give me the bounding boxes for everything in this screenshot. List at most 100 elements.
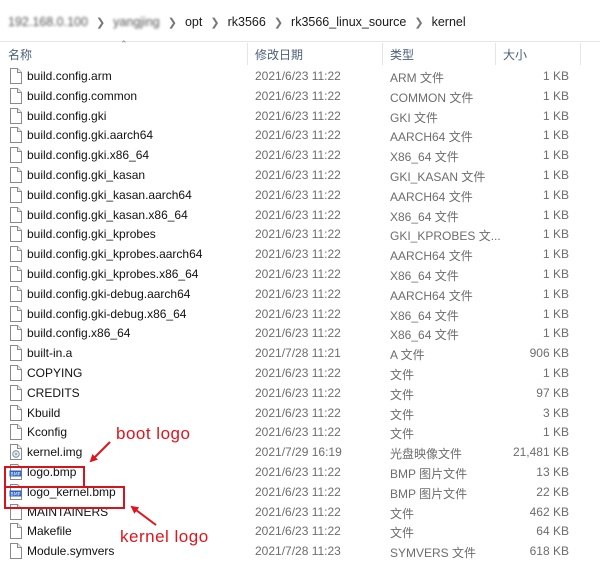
file-name: Makefile — [27, 524, 72, 539]
file-row[interactable]: build.config.gki_kprobes.x86_64 2021/6/23… — [0, 264, 600, 284]
file-icon — [9, 246, 22, 263]
file-type: 文件 — [390, 367, 415, 382]
file-name: Kconfig — [27, 425, 68, 440]
chevron-right-icon[interactable]: ❯ — [96, 16, 105, 29]
column-header-date[interactable]: 修改日期 — [255, 46, 303, 63]
kernel-logo-highlight — [4, 486, 125, 509]
chevron-right-icon[interactable]: ❯ — [274, 16, 283, 29]
file-modified-date: 2021/6/23 11:22 — [255, 128, 341, 143]
breadcrumb-item-user[interactable]: yangjing — [113, 15, 160, 29]
file-type: X86_64 文件 — [390, 308, 459, 323]
file-size: 1 KB — [542, 148, 569, 163]
file-name: build.config.arm — [27, 69, 112, 83]
file-modified-date: 2021/7/29 16:19 — [255, 445, 342, 460]
address-bar[interactable]: 192.168.0.100 ❯ yangjing ❯ opt ❯ rk3566 … — [0, 0, 600, 42]
column-divider[interactable] — [247, 43, 248, 65]
breadcrumb-item-host[interactable]: 192.168.0.100 — [8, 15, 88, 29]
file-icon — [9, 305, 22, 322]
file-size: 1 KB — [542, 108, 569, 123]
chevron-right-icon[interactable]: ❯ — [414, 16, 423, 29]
breadcrumb-item-opt[interactable]: opt — [185, 15, 202, 29]
file-row[interactable]: build.config.gki-debug.aarch64 2021/6/23 … — [0, 284, 600, 304]
file-size: 1 KB — [542, 69, 569, 83]
file-size: 21,481 KB — [512, 445, 569, 460]
file-modified-date: 2021/7/28 11:21 — [255, 346, 341, 361]
column-header-size[interactable]: 大小 — [503, 46, 527, 63]
file-icon — [9, 543, 22, 560]
file-size: 1 KB — [542, 306, 569, 321]
file-size: 618 KB — [529, 544, 569, 559]
file-row[interactable]: Makefile 2021/6/23 11:22 文件 64 KB — [0, 521, 600, 541]
column-divider[interactable] — [580, 43, 581, 65]
file-icon — [9, 68, 22, 84]
breadcrumb: 192.168.0.100 ❯ yangjing ❯ opt ❯ rk3566 … — [8, 13, 466, 31]
file-row[interactable]: build.config.gki_kprobes.aarch64 2021/6/2… — [0, 244, 600, 264]
file-row[interactable]: build.config.gki-debug.x86_64 2021/6/23 1… — [0, 304, 600, 324]
file-row[interactable]: build.config.gki_kasan.aarch64 2021/6/23 … — [0, 185, 600, 205]
file-icon — [9, 404, 22, 421]
file-row[interactable]: kernel.img 2021/7/29 16:19 光盘映像文件 21,481 KB — [0, 442, 600, 462]
file-size: 1 KB — [542, 187, 569, 202]
file-row[interactable]: build.config.gki_kasan 2021/6/23 11:22 GKI… — [0, 165, 600, 185]
file-type: A 文件 — [390, 348, 425, 363]
file-icon — [9, 166, 22, 183]
file-size: 906 KB — [529, 346, 569, 361]
file-icon — [9, 384, 22, 401]
file-row[interactable]: BMP logo.bmp 2021/6/23 11:22 BMP 图片文件 13 KB — [0, 462, 600, 482]
file-row[interactable]: COPYING 2021/6/23 11:22 文件 1 KB — [0, 363, 600, 383]
file-type: GKI_KASAN 文件 — [390, 169, 486, 184]
file-name: kernel.img — [27, 445, 83, 460]
column-divider[interactable] — [495, 43, 496, 65]
file-row[interactable]: Kbuild 2021/6/23 11:22 文件 3 KB — [0, 403, 600, 423]
file-name: built-in.a — [27, 346, 73, 361]
file-modified-date: 2021/6/23 11:22 — [255, 286, 341, 301]
file-row[interactable]: Module.symvers 2021/7/28 11:23 SYMVERS 文件 6… — [0, 541, 600, 561]
file-type: GKI_KPROBES 文... — [390, 229, 501, 244]
file-size: 1 KB — [542, 365, 569, 380]
file-icon — [9, 424, 22, 441]
file-row[interactable]: build.config.gki.aarch64 2021/6/23 11:22 A… — [0, 125, 600, 145]
disc-image-icon — [9, 444, 22, 461]
column-header-type[interactable]: 类型 — [390, 46, 414, 63]
file-type: X86_64 文件 — [390, 209, 459, 224]
chevron-right-icon[interactable]: ❯ — [210, 16, 219, 29]
file-modified-date: 2021/6/23 11:22 — [255, 207, 341, 222]
file-row[interactable]: build.config.gki_kprobes 2021/6/23 11:22 G… — [0, 224, 600, 244]
chevron-right-icon[interactable]: ❯ — [168, 16, 177, 29]
file-size: 462 KB — [529, 504, 569, 519]
breadcrumb-item-kernel[interactable]: kernel — [432, 15, 466, 29]
file-type: 文件 — [390, 407, 415, 422]
file-row[interactable]: build.config.gki.x86_64 2021/6/23 11:22 X8… — [0, 145, 600, 165]
file-modified-date: 2021/6/23 11:22 — [255, 464, 341, 479]
file-row[interactable]: build.config.gki_kasan.x86_64 2021/6/23 1… — [0, 205, 600, 225]
file-row[interactable]: build.config.gki 2021/6/23 11:22 GKI 文件 1 K… — [0, 106, 600, 126]
file-row[interactable]: Kconfig 2021/6/23 11:22 文件 1 KB — [0, 422, 600, 442]
file-icon — [9, 364, 22, 381]
file-row[interactable]: build.config.common 2021/6/23 11:22 COMMON… — [0, 86, 600, 106]
file-icon — [9, 325, 22, 342]
file-icon — [9, 226, 22, 243]
file-row[interactable]: build.config.arm 2021/6/23 11:22 ARM 文件 1 K… — [0, 66, 600, 86]
file-row[interactable]: CREDITS 2021/6/23 11:22 文件 97 KB — [0, 383, 600, 403]
file-type: X86_64 文件 — [390, 268, 459, 283]
file-size: 1 KB — [542, 425, 569, 440]
file-size: 1 KB — [542, 247, 569, 262]
file-size: 1 KB — [542, 227, 569, 242]
file-icon — [9, 186, 22, 203]
breadcrumb-item-source[interactable]: rk3566_linux_source — [291, 15, 406, 29]
file-type: X86_64 文件 — [390, 150, 459, 165]
file-size: 1 KB — [542, 207, 569, 222]
file-type: COMMON 文件 — [390, 90, 474, 105]
file-modified-date: 2021/7/28 11:23 — [255, 544, 341, 559]
file-icon — [9, 285, 22, 302]
file-row[interactable]: built-in.a 2021/7/28 11:21 A 文件 906 KB — [0, 343, 600, 363]
boot-logo-label: boot logo — [116, 424, 191, 443]
column-divider[interactable] — [382, 43, 383, 65]
file-type: AARCH64 文件 — [390, 189, 473, 204]
file-size: 1 KB — [542, 128, 569, 143]
breadcrumb-item-rk3566[interactable]: rk3566 — [228, 15, 266, 29]
file-modified-date: 2021/6/23 11:22 — [255, 227, 341, 242]
file-row[interactable]: build.config.x86_64 2021/6/23 11:22 X86_64… — [0, 323, 600, 343]
column-header-name[interactable]: 名称 — [8, 46, 32, 63]
column-header-row: 名称 修改日期 类型 大小 — [0, 43, 600, 65]
